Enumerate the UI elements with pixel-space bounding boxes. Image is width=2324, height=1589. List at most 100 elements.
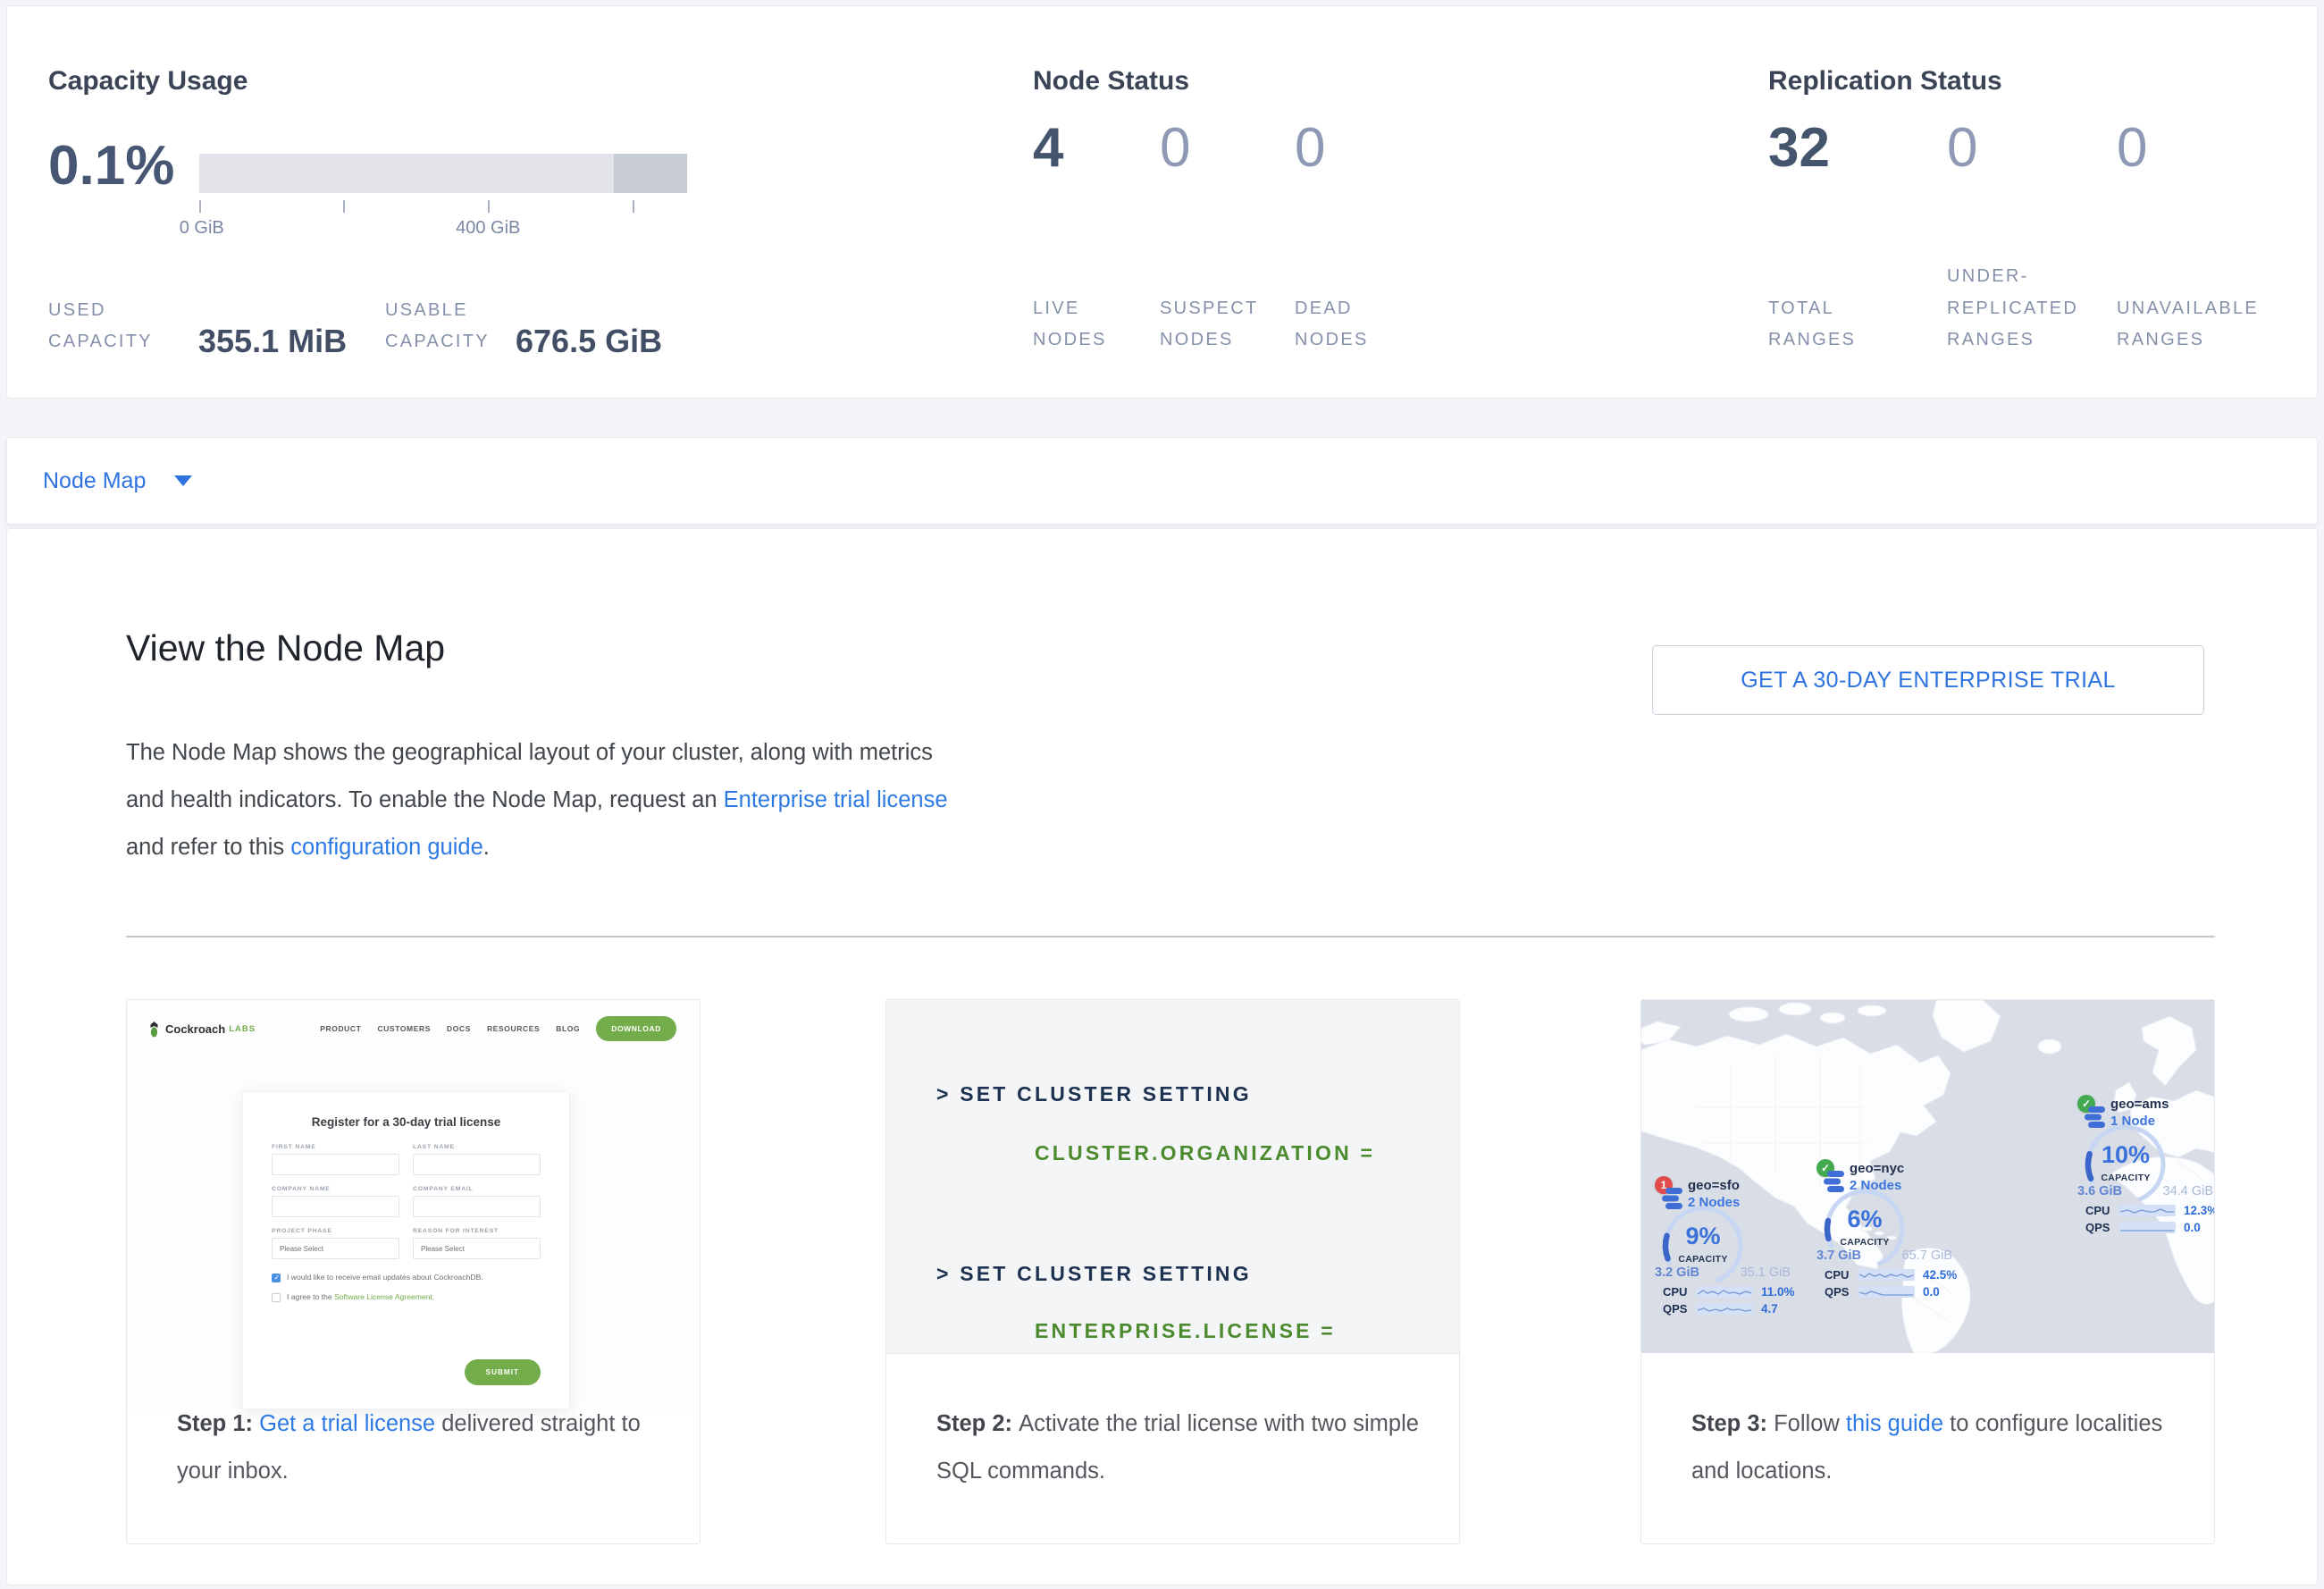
total-ranges-value: 32 — [1768, 121, 1830, 176]
step3-prefix: Step 3: — [1691, 1411, 1774, 1436]
software-license-agreement-link: Software License Agreement. — [334, 1292, 434, 1301]
trial-license-site-preview: Cockroach LABS PRODUCT CUSTOMERS DOCS RE… — [127, 1000, 700, 1409]
mini-site-nav: Cockroach LABS PRODUCT CUSTOMERS DOCS RE… — [147, 1013, 676, 1045]
capacity-axis-label-400: 400 GiB — [456, 218, 520, 239]
last-name-field: LAST NAME — [413, 1144, 541, 1175]
cpu-value: 12.3% — [2184, 1204, 2214, 1217]
mini-site-nav-blog: BLOG — [556, 1024, 580, 1033]
cpu-metric-row: CPU 12.3% — [2085, 1204, 2214, 1217]
location-name: geo=nyc — [1850, 1161, 1904, 1176]
suspect-nodes-value: 0 — [1160, 121, 1190, 176]
capacity-axis-tick — [488, 200, 490, 213]
live-nodes-value: 4 — [1033, 121, 1063, 176]
node-map-dropdown[interactable]: Node Map — [43, 438, 192, 524]
replication-status-title: Replication Status — [1768, 66, 2002, 97]
unavailable-ranges-value: 0 — [2117, 121, 2147, 176]
capacity-percent: 9% — [1661, 1223, 1745, 1250]
capacity-percent: 6% — [1823, 1206, 1907, 1233]
mini-site-logo-text: Cockroach — [165, 1022, 225, 1036]
location-name: geo=sfo — [1688, 1178, 1740, 1193]
capacity-values-row: 3.7 GiB 65.7 GiB — [1816, 1248, 1952, 1263]
step1-prefix: Step 1: — [177, 1411, 259, 1436]
description-text: . — [483, 835, 490, 860]
capacity-axis-tick — [633, 200, 634, 213]
qps-label: QPS — [1663, 1302, 1696, 1316]
capacity-bar: 0 GiB 400 GiB — [199, 154, 687, 243]
last-name-input — [413, 1154, 541, 1175]
sql-commands-preview: > SET CLUSTER SETTING CLUSTER.ORGANIZATI… — [886, 1000, 1459, 1354]
first-name-input — [272, 1154, 399, 1175]
step3-text: Step 3: Follow this guide to configure l… — [1691, 1400, 2177, 1495]
cluster-overview-page: Capacity Usage 0.1% 0 GiB 400 GiB USED C… — [0, 0, 2324, 1589]
usable-capacity-label: USABLE CAPACITY — [385, 295, 508, 358]
chevron-down-icon — [174, 475, 192, 486]
sql-command-line: > SET CLUSTER SETTING — [936, 1082, 1252, 1106]
node-map-content-panel: View the Node Map The Node Map shows the… — [6, 528, 2318, 1585]
qps-value: 0.0 — [1923, 1285, 1940, 1299]
this-guide-link[interactable]: this guide — [1846, 1411, 1943, 1436]
cpu-sparkline — [1696, 1286, 1753, 1299]
project-phase-field: PROJECT PHASE Please Select — [272, 1228, 399, 1259]
qps-metric-row: QPS 4.7 — [1663, 1302, 1778, 1316]
configuration-guide-link[interactable]: configuration guide — [290, 835, 483, 860]
capacity-values-row: 3.6 GiB 34.4 GiB — [2077, 1184, 2213, 1198]
unavailable-ranges-label: UNAVAILABLE RANGES — [2117, 293, 2276, 357]
mini-site-menu: PRODUCT CUSTOMERS DOCS RESOURCES BLOG — [320, 1024, 580, 1033]
step1-card: Cockroach LABS PRODUCT CUSTOMERS DOCS RE… — [126, 999, 701, 1544]
submit-button: SUBMIT — [465, 1359, 541, 1385]
capacity-total: 34.4 GiB — [2163, 1184, 2213, 1198]
first-name-label: FIRST NAME — [272, 1144, 399, 1150]
capacity-label: CAPACITY — [1823, 1237, 1907, 1248]
company-email-input — [413, 1196, 541, 1217]
checkbox-checked-icon — [272, 1274, 281, 1282]
company-name-field: COMPANY NAME — [272, 1186, 399, 1217]
capacity-used: 3.7 GiB — [1816, 1248, 1861, 1263]
page-title: View the Node Map — [126, 627, 445, 669]
qps-sparkline — [2118, 1222, 2176, 1234]
company-email-label: COMPANY EMAIL — [413, 1186, 541, 1192]
qps-sparkline — [1858, 1286, 1915, 1299]
project-phase-select: Please Select — [272, 1238, 399, 1259]
sql-command-line: > SET CLUSTER SETTING — [936, 1262, 1252, 1286]
qps-label: QPS — [2085, 1221, 2118, 1234]
capacity-bar-track — [199, 154, 687, 193]
registration-checkboxes: I would like to receive email updates ab… — [272, 1273, 541, 1302]
capacity-bar-reserved-segment — [614, 154, 687, 193]
cpu-label: CPU — [2085, 1204, 2118, 1217]
capacity-values-row: 3.2 GiB 35.1 GiB — [1655, 1265, 1791, 1280]
location-name: geo=ams — [2110, 1097, 2169, 1112]
live-nodes-label: LIVE NODES — [1033, 293, 1136, 357]
step2-text: Step 2: Activate the trial license with … — [936, 1400, 1422, 1495]
company-name-input — [272, 1196, 399, 1217]
used-capacity-label: USED CAPACITY — [48, 295, 191, 358]
node-map-dropdown-label: Node Map — [43, 468, 146, 494]
usable-capacity-stat: USABLE CAPACITY 676.5 GiB — [385, 295, 662, 358]
dead-nodes-value: 0 — [1295, 121, 1325, 176]
capacity-total: 35.1 GiB — [1741, 1265, 1791, 1280]
mini-site-logo-suffix: LABS — [229, 1024, 256, 1034]
description-text: and refer to this — [126, 835, 290, 860]
qps-label: QPS — [1825, 1285, 1858, 1299]
registration-form-fields: FIRST NAME LAST NAME COMPANY NAME C — [272, 1144, 541, 1259]
map-location-nyc: ✓ geo=nyc 2 Nodes 6% CAPACITY — [1816, 1159, 1959, 1313]
dead-nodes-label: DEAD NODES — [1295, 293, 1397, 357]
qps-sparkline — [1696, 1303, 1753, 1316]
step3-card: 1 geo=sfo 2 Nodes 9% CAPACITY — [1640, 999, 2215, 1544]
capacity-used: 3.2 GiB — [1655, 1265, 1699, 1280]
qps-metric-row: QPS 0.0 — [2085, 1221, 2201, 1234]
step3-mid: Follow — [1774, 1411, 1846, 1436]
step2-prefix: Step 2: — [936, 1411, 1019, 1436]
enterprise-trial-button[interactable]: GET A 30-DAY ENTERPRISE TRIAL — [1652, 645, 2204, 715]
cluster-summary-panel: Capacity Usage 0.1% 0 GiB 400 GiB USED C… — [6, 5, 2318, 399]
used-capacity-stat: USED CAPACITY 355.1 MiB — [48, 295, 347, 358]
under-replicated-ranges-label: UNDER-REPLICATED RANGES — [1947, 261, 2106, 357]
cpu-metric-row: CPU 42.5% — [1825, 1268, 1957, 1282]
cpu-value: 11.0% — [1761, 1285, 1795, 1299]
usable-capacity-value: 676.5 GiB — [516, 324, 662, 358]
reason-for-interest-label: REASON FOR INTEREST — [413, 1228, 541, 1234]
get-trial-license-link[interactable]: Get a trial license — [259, 1411, 435, 1436]
reason-for-interest-field: REASON FOR INTEREST Please Select — [413, 1228, 541, 1259]
enterprise-trial-license-link[interactable]: Enterprise trial license — [724, 787, 948, 812]
mini-site-nav-docs: DOCS — [447, 1024, 471, 1033]
capacity-total: 65.7 GiB — [1902, 1248, 1952, 1263]
